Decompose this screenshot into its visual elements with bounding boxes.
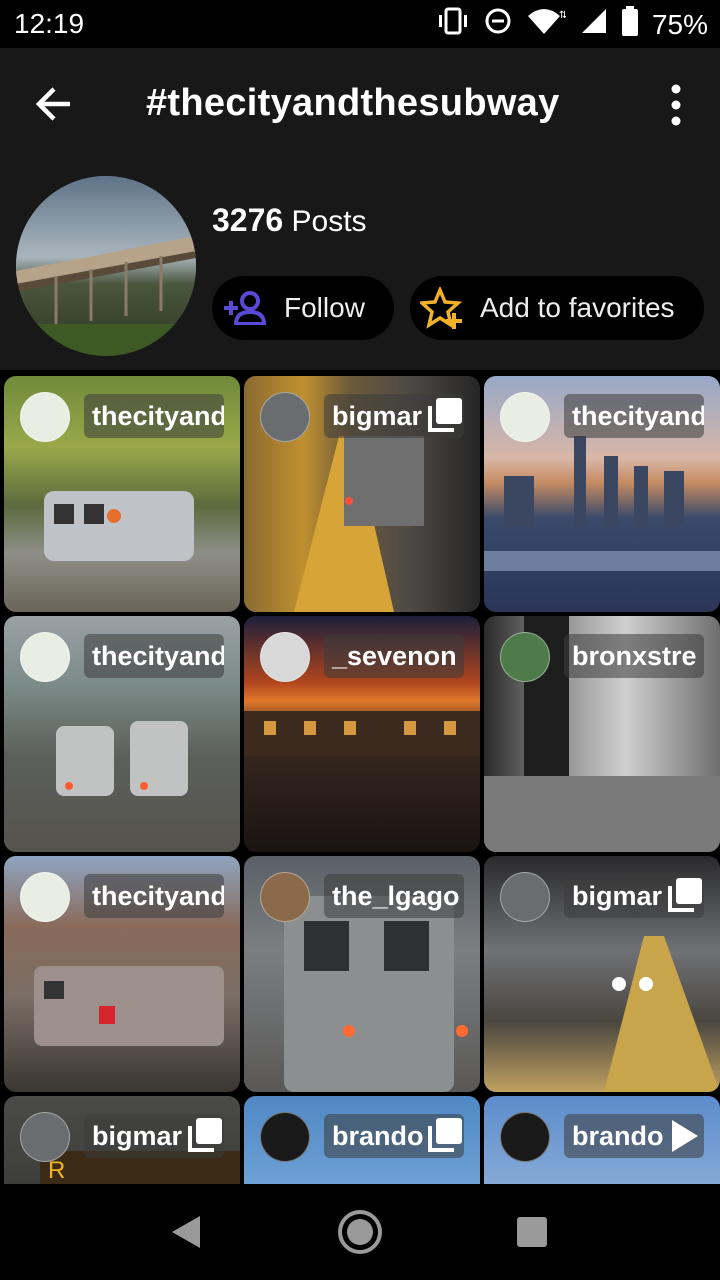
- post-username: _sevenon: [324, 634, 464, 678]
- avatar: [20, 392, 70, 442]
- post-count-value: 3276: [212, 202, 284, 238]
- star-plus-icon: [420, 287, 464, 329]
- vibrate-icon: [436, 6, 470, 43]
- hashtag-avatar: [16, 176, 196, 356]
- favorites-label: Add to favorites: [480, 292, 675, 323]
- add-to-favorites-button[interactable]: Add to favorites: [410, 276, 704, 340]
- avatar: [260, 632, 310, 682]
- post-tile[interactable]: thecityandthesubway: [4, 856, 240, 1092]
- post-tile[interactable]: bronxstre: [484, 616, 720, 852]
- avatar: [20, 872, 70, 922]
- battery-percent: 75%: [651, 8, 708, 40]
- post-tile[interactable]: thecityandthesubway: [484, 376, 720, 612]
- avatar: [260, 1112, 310, 1162]
- avatar: [500, 872, 550, 922]
- avatar: [20, 1112, 70, 1162]
- avatar: [500, 632, 550, 682]
- play-icon: [672, 1120, 698, 1152]
- avatar: [500, 392, 550, 442]
- post-tile[interactable]: R bigmar: [4, 1096, 240, 1184]
- page-title: #thecityandthesubway: [146, 82, 560, 124]
- follow-label: Follow: [284, 292, 365, 323]
- post-tile[interactable]: the_lgago: [244, 856, 480, 1092]
- follow-button[interactable]: Follow: [212, 276, 394, 340]
- battery-icon: [621, 6, 638, 43]
- post-username: the_lgago: [324, 874, 464, 918]
- arrow-left-icon: [35, 87, 70, 121]
- post-tile[interactable]: brando: [244, 1096, 480, 1184]
- more-vertical-icon: [671, 84, 681, 126]
- avatar: [260, 392, 310, 442]
- post-tile[interactable]: thecityandthesubway: [4, 376, 240, 612]
- carousel-icon: [188, 1118, 222, 1152]
- post-username: thecityandthesubway: [84, 634, 224, 678]
- hashtag-header: 3276 Posts Follow Add to favorites: [0, 158, 720, 370]
- post-count-label: Posts: [291, 205, 367, 238]
- status-icons: ⇅ 75%: [436, 6, 708, 43]
- carousel-icon: [428, 398, 462, 432]
- post-tile[interactable]: brando: [484, 1096, 720, 1184]
- post-grid: thecityandthesubway bigmar thecityandthe…: [0, 374, 720, 1184]
- back-button[interactable]: [34, 84, 78, 124]
- more-options-button[interactable]: [664, 82, 688, 128]
- do-not-disturb-icon: [484, 7, 512, 42]
- status-time: 12:19: [14, 8, 85, 39]
- app-bar: #thecityandthesubway: [0, 48, 720, 158]
- status-bar: 12:19 ⇅ 75%: [0, 0, 720, 48]
- nav-recents-icon[interactable]: [516, 1216, 548, 1248]
- post-username: bronxstre: [564, 634, 704, 678]
- wifi-icon: ⇅: [526, 6, 567, 43]
- system-nav-bar: [0, 1184, 720, 1280]
- post-tile[interactable]: bigmar: [484, 856, 720, 1092]
- avatar: [20, 632, 70, 682]
- avatar: [260, 872, 310, 922]
- nav-back-icon[interactable]: [170, 1214, 204, 1250]
- avatar: [500, 1112, 550, 1162]
- svg-text:⇅: ⇅: [559, 10, 566, 21]
- post-username: thecityandthesubway: [84, 394, 224, 438]
- post-tile[interactable]: _sevenon: [244, 616, 480, 852]
- person-add-icon: [222, 291, 268, 325]
- post-username: thecityandthesubway: [84, 874, 224, 918]
- nav-home-icon[interactable]: [336, 1208, 384, 1256]
- post-count: 3276 Posts: [212, 202, 367, 239]
- carousel-icon: [668, 878, 702, 912]
- carousel-icon: [428, 1118, 462, 1152]
- signal-icon: [580, 7, 608, 42]
- post-username: thecityandthesubway: [564, 394, 704, 438]
- post-tile[interactable]: bigmar: [244, 376, 480, 612]
- post-tile[interactable]: thecityandthesubway: [4, 616, 240, 852]
